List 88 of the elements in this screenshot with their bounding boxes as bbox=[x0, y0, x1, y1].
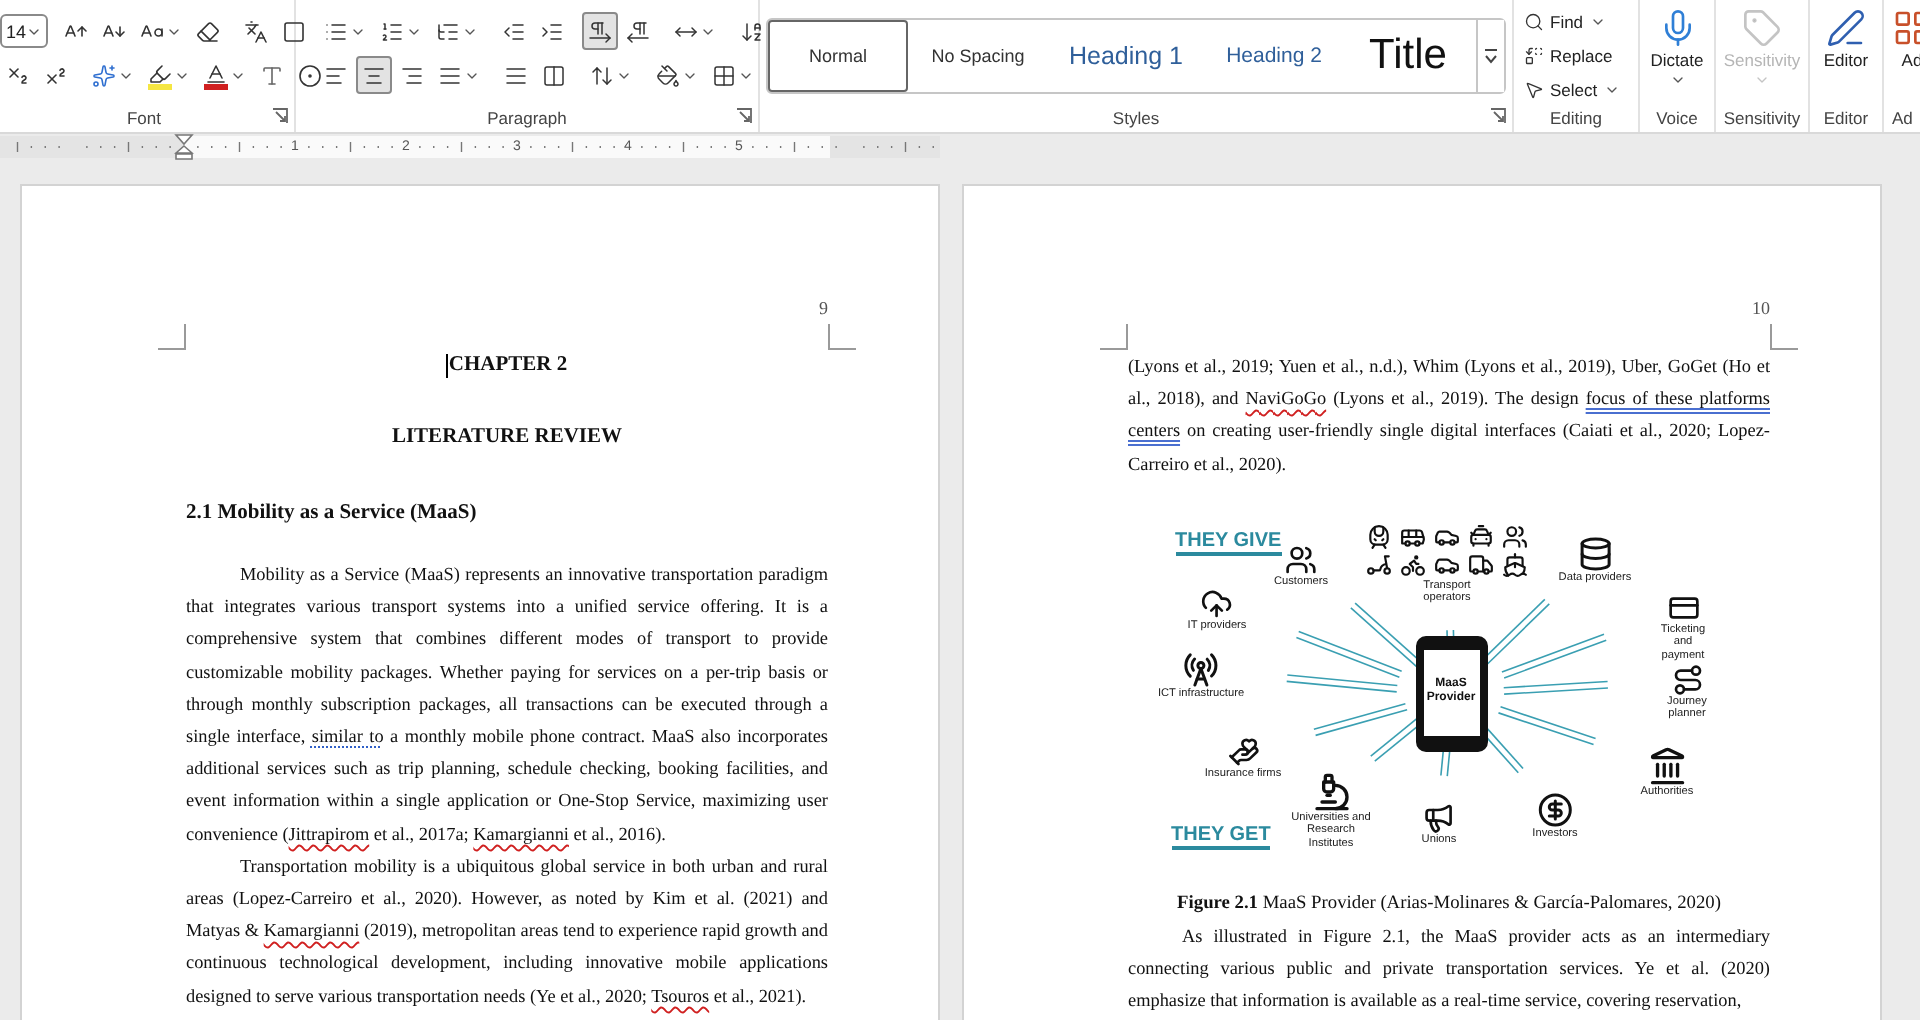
highlighter-icon bbox=[148, 61, 172, 85]
find-icon bbox=[1524, 11, 1544, 31]
select-button[interactable]: Select bbox=[1520, 74, 1632, 104]
section-heading: THEY GET bbox=[1171, 823, 1271, 850]
replace-button[interactable]: Replace bbox=[1520, 40, 1632, 70]
align-left-icon bbox=[324, 63, 348, 87]
font-size-field[interactable]: 14 bbox=[0, 14, 49, 48]
route-icon bbox=[1671, 663, 1703, 696]
borders-icon bbox=[712, 63, 736, 87]
center-button[interactable] bbox=[356, 56, 392, 94]
group-label: Styles bbox=[1112, 107, 1160, 127]
select-icon bbox=[1524, 79, 1544, 99]
grow-font-icon bbox=[64, 19, 89, 43]
sort-icon bbox=[740, 19, 764, 43]
hands-icon bbox=[1227, 735, 1259, 768]
more-styles-button[interactable] bbox=[1476, 20, 1504, 92]
find-button[interactable]: Find bbox=[1520, 6, 1632, 36]
group-label: Sensitivity bbox=[1723, 107, 1801, 127]
megaphone-icon bbox=[1423, 801, 1455, 834]
margin-corner-mark bbox=[1100, 324, 1128, 350]
center-icon bbox=[362, 63, 386, 87]
cloud-icon bbox=[1201, 587, 1233, 620]
chevron-icon bbox=[1753, 72, 1770, 88]
color-bar-icon bbox=[148, 83, 172, 89]
increase-indent-icon bbox=[540, 19, 564, 43]
subsection-heading: 2.1 Mobility as a Service (MaaS) bbox=[186, 500, 479, 528]
decrease-indent-icon bbox=[502, 19, 526, 43]
body-paragraph: (Lyons et al., 2019; Yuen et al., n.d.), Whim (Lyons et al., 2019), Uber, GoGet (Ho et al., 2018), and NaviGoGo (Lyons et al., 2019). The design focus of these platforms centers on creating user-friendly single digital interfaces (Caiati et al., 2020; Lopez-Carreiro et al., 2020). bbox=[1128, 354, 1770, 478]
numbering-icon bbox=[380, 19, 404, 43]
distributed-icon bbox=[504, 63, 528, 87]
margin-corner-mark bbox=[158, 324, 186, 350]
expand-icon bbox=[1484, 48, 1498, 64]
character-border-icon bbox=[282, 19, 307, 43]
multilevel-list-icon bbox=[436, 19, 460, 43]
dialog-launcher-icon[interactable] bbox=[736, 108, 752, 124]
shading-icon bbox=[656, 63, 680, 87]
coin-icon bbox=[1537, 791, 1573, 828]
shrink-font-icon bbox=[102, 19, 127, 43]
line-spacing-icon bbox=[590, 63, 614, 87]
superscript-icon bbox=[44, 63, 68, 87]
enclose-characters-icon bbox=[298, 63, 322, 87]
page-number: 9 bbox=[817, 298, 828, 318]
section-title: LITERATURE REVIEW bbox=[389, 424, 625, 452]
group-label: Font bbox=[126, 107, 161, 127]
right-to-left-icon bbox=[626, 19, 650, 43]
building-icon bbox=[1647, 745, 1687, 786]
group-label: Editing bbox=[1550, 108, 1602, 128]
justify-icon bbox=[438, 63, 462, 87]
change-case-icon bbox=[140, 19, 165, 43]
align-right-icon bbox=[400, 63, 424, 87]
group-label: Paragraph bbox=[487, 107, 567, 127]
dialog-launcher-icon[interactable] bbox=[272, 108, 288, 124]
style-option[interactable]: Normal bbox=[768, 20, 908, 92]
dictate-button[interactable]: Dictate bbox=[1650, 0, 1704, 88]
chapter-heading: CHAPTER 2 bbox=[448, 352, 568, 380]
left-to-right-button[interactable] bbox=[582, 12, 618, 50]
grid-icon bbox=[1892, 8, 1920, 48]
phonetic-guide-icon bbox=[244, 19, 269, 43]
columns-icon bbox=[542, 63, 566, 87]
chevron-icon bbox=[1669, 72, 1685, 88]
margin-corner-mark bbox=[828, 324, 856, 350]
indent-marker-icon[interactable] bbox=[174, 134, 194, 160]
group-label: Voice bbox=[1656, 107, 1698, 127]
text-effects-icon bbox=[92, 63, 116, 87]
color-bar-icon bbox=[204, 83, 228, 89]
body-paragraph: Mobility as a Service (MaaS) represents an innovative transportation paradigm that integrates various transport systems into a unified service offering. It is a comprehensive system that combines different modes of transport to provide customizable mobility packages. Whether paying for services on a per-trip basis or through monthly subscription packages, all transactions can be executed through a single interface, similar to a monthly mobile phone contract. MaaS also incorporates additional services such as trip planning, schedule checking, booking facilities, and event information within a single application or One-Stop Service, maximizing user convenience (Jittrapirom et al., 2017a; Kamargianni et al., 2016). bbox=[186, 562, 828, 848]
subscript-icon bbox=[6, 63, 30, 87]
eraser-icon bbox=[196, 19, 221, 43]
body-paragraph: Transportation mobility is a ubiquitous global service in both urban and rural areas (Lopez-Carreiro et al., 2020). However, as noted by Kim et al. (2021) and Matyas & Kamargianni (2019), metropolitan areas tend to experience rapid growth and continuous technological development, including innovative mobile applications designed to serve various transportation needs (Ye et al., 2020; Tsouros et al., 2021). bbox=[186, 853, 828, 1010]
dialog-launcher-icon[interactable] bbox=[1490, 108, 1506, 124]
people-icon bbox=[1285, 543, 1317, 576]
card-icon bbox=[1667, 591, 1699, 624]
section-heading: THEY GIVE bbox=[1175, 529, 1282, 556]
antenna-tower-icon bbox=[1183, 651, 1219, 688]
margin-corner-mark bbox=[1770, 324, 1798, 350]
left-to-right-icon bbox=[588, 19, 612, 43]
group-label: Ad bbox=[1892, 107, 1913, 127]
body-paragraph: As illustrated in Figure 2.1, the MaaS provider acts as an intermediary connecting various public and private transportation services. Ye et al. (2020) emphasize that information is available as a real-time service, covering reservation, bbox=[1128, 923, 1770, 1015]
microscope-icon bbox=[1311, 771, 1351, 812]
font-color-icon bbox=[204, 61, 228, 85]
figure-caption: Figure 2.1 MaaS Provider (Arias-Molinares & García-Palomares, 2020) bbox=[1175, 891, 1723, 918]
character-shading-icon bbox=[260, 63, 284, 87]
editor-button[interactable]: Editor bbox=[1823, 0, 1869, 70]
pen-icon bbox=[1826, 8, 1866, 48]
tag-icon bbox=[1741, 8, 1782, 48]
page-number: 10 bbox=[1750, 298, 1770, 318]
group-label: Editor bbox=[1823, 107, 1869, 127]
database-icon bbox=[1577, 535, 1613, 572]
